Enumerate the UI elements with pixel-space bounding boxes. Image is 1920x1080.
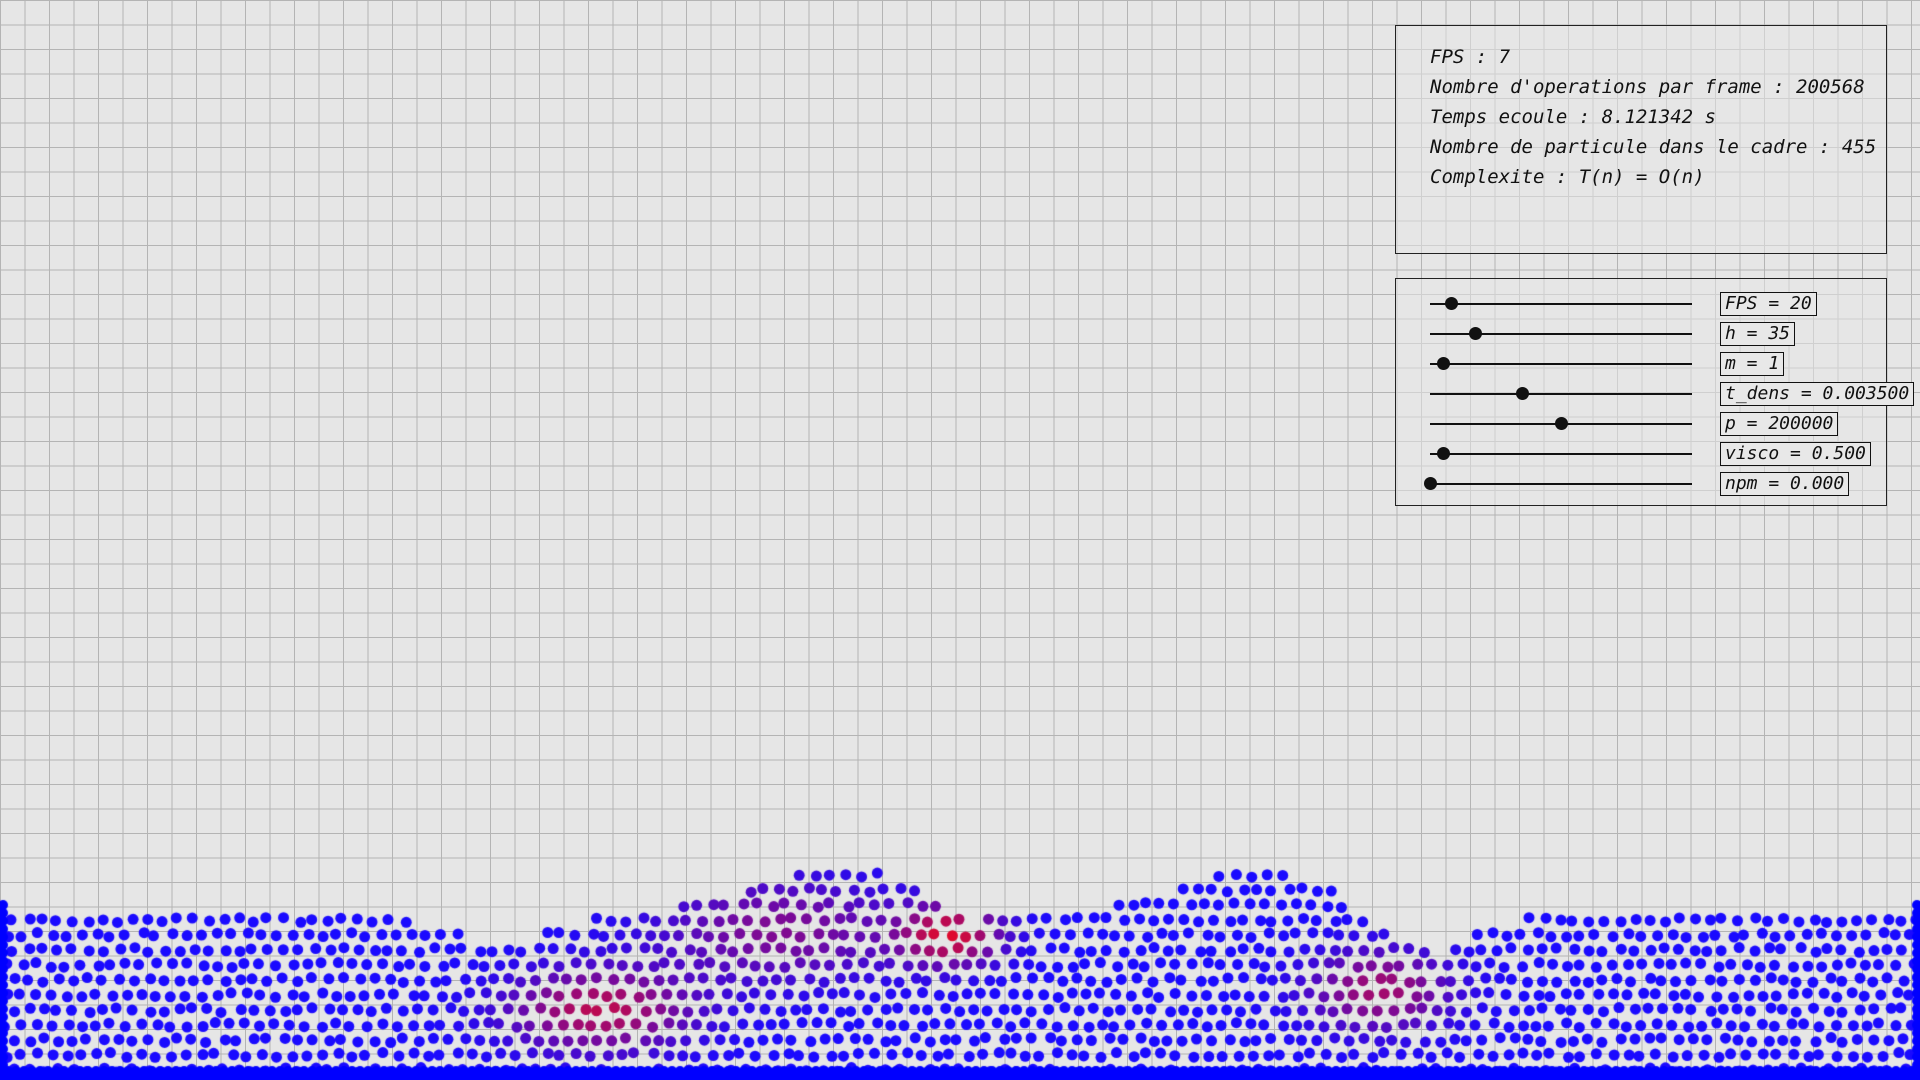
visco-slider-track[interactable]: [1430, 453, 1692, 455]
parameters-panel: FPS = 20 h = 35 m = 1 t_dens = 0.003500 …: [1395, 278, 1915, 506]
visco-slider-knob-icon[interactable]: [1437, 447, 1451, 460]
operations-stat-label: Nombre d'operations par frame :: [1430, 76, 1797, 98]
complexity-value: T(n) = O(n): [1578, 166, 1705, 188]
complexity-label: Complexite :: [1430, 166, 1579, 188]
complexity-stat: Complexite : T(n) = O(n): [1430, 162, 1886, 192]
stats-panel: FPS : 7 Nombre d'operations par frame : …: [1395, 25, 1887, 254]
elapsed-time-value: 8.121342 s: [1601, 106, 1716, 128]
slider-row-h: h = 35: [1430, 321, 1900, 347]
slider-row-m: m = 1: [1430, 351, 1900, 377]
npm-slider-track[interactable]: [1430, 483, 1692, 485]
m-value-box: m = 1: [1720, 352, 1785, 376]
fps-stat: FPS : 7: [1430, 42, 1886, 72]
h-value-box: h = 35: [1720, 322, 1796, 346]
slider-row-p: p = 200000: [1430, 411, 1900, 437]
fps-stat-value: 7: [1498, 46, 1511, 68]
elapsed-time-label: Temps ecoule :: [1430, 106, 1602, 128]
m-slider-track[interactable]: [1430, 363, 1692, 365]
operations-stat-value: 200568: [1796, 76, 1865, 98]
t-dens-slider-knob-icon[interactable]: [1515, 387, 1529, 400]
operations-stat: Nombre d'operations par frame : 200568: [1430, 72, 1886, 102]
fps-slider-knob-icon[interactable]: [1444, 297, 1458, 310]
t-dens-value-box: t_dens = 0.003500: [1720, 382, 1915, 406]
npm-value-box: npm = 0.000: [1720, 472, 1850, 496]
t-dens-slider-track[interactable]: [1430, 393, 1692, 395]
p-value-box: p = 200000: [1720, 412, 1839, 436]
fps-stat-label: FPS :: [1430, 46, 1499, 68]
fps-slider-track[interactable]: [1430, 303, 1692, 305]
slider-row-fps: FPS = 20: [1430, 291, 1900, 317]
particle-count-stat: Nombre de particule dans le cadre : 455: [1430, 132, 1886, 162]
p-slider-knob-icon[interactable]: [1555, 417, 1568, 430]
elapsed-time-stat: Temps ecoule : 8.121342 s: [1430, 102, 1886, 132]
h-slider-knob-icon[interactable]: [1468, 327, 1482, 340]
slider-row-t-dens: t_dens = 0.003500: [1430, 381, 1915, 407]
npm-slider-knob-icon[interactable]: [1424, 477, 1437, 490]
fps-value-box: FPS = 20: [1720, 292, 1817, 316]
slider-row-npm: npm = 0.000: [1424, 471, 1900, 497]
visco-value-box: visco = 0.500: [1720, 442, 1871, 466]
m-slider-knob-icon[interactable]: [1437, 357, 1451, 370]
particle-count-label: Nombre de particule dans le cadre :: [1430, 136, 1842, 158]
particle-count-value: 455: [1841, 136, 1877, 158]
slider-row-visco: visco = 0.500: [1430, 441, 1900, 467]
